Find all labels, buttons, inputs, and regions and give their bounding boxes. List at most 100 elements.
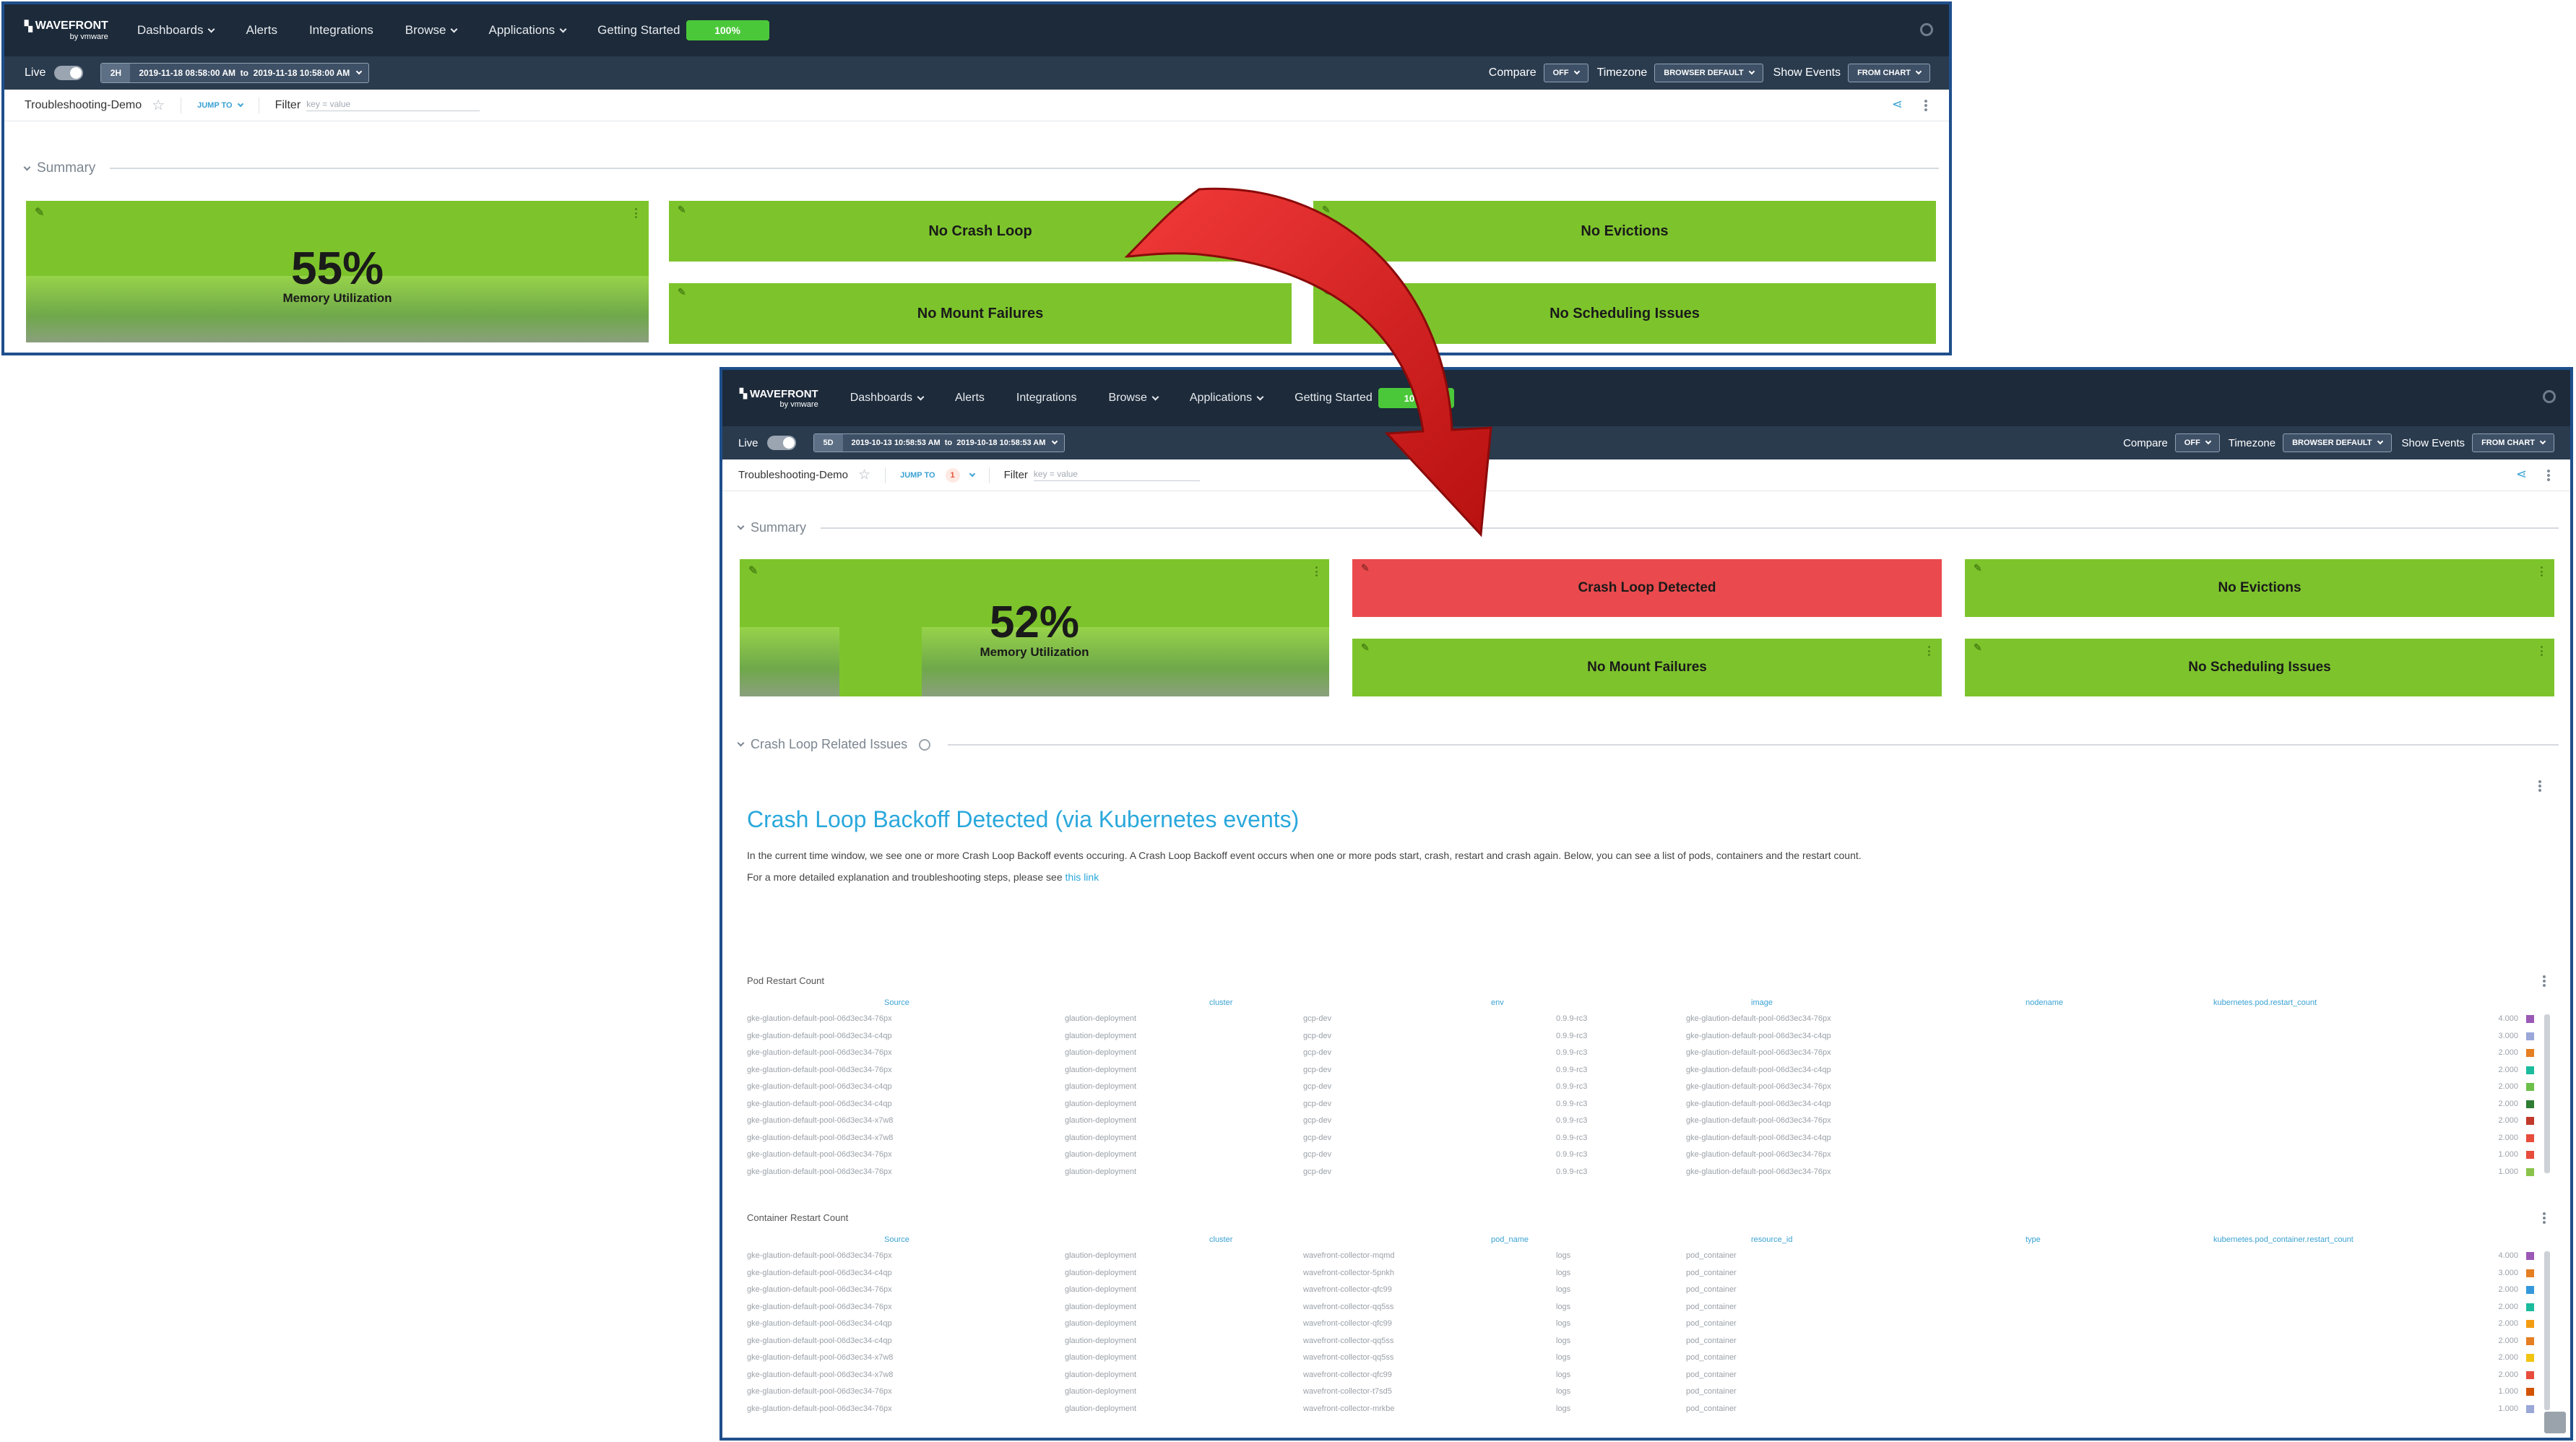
compare-select[interactable]: OFF — [1543, 64, 1589, 82]
mount-failures-tile[interactable]: ✎ No Mount Failures — [1352, 639, 1942, 696]
nav-browse[interactable]: Browse — [1109, 392, 1159, 405]
nav-getting-started[interactable]: Getting Started — [1295, 392, 1373, 405]
column-header[interactable]: cluster — [1209, 1235, 1232, 1244]
crash-loop-tile[interactable]: ✎ No Crash Loop — [669, 201, 1292, 262]
crash-loop-tile[interactable]: ✎ Crash Loop Detected — [1352, 559, 1942, 617]
live-toggle[interactable] — [766, 436, 796, 450]
nav-getting-started[interactable]: Getting Started — [597, 23, 680, 38]
filter-input[interactable]: key = value — [1033, 469, 1200, 481]
column-header[interactable]: env — [1491, 998, 1504, 1007]
tile-menu-icon[interactable] — [1928, 646, 1930, 656]
edit-icon[interactable]: ✎ — [748, 564, 758, 578]
summary-section-header[interactable]: Summary — [737, 520, 2559, 535]
nav-dashboards[interactable]: Dashboards — [137, 23, 215, 38]
chevron-down-icon — [1748, 68, 1755, 75]
getting-started-progress: 100% — [1378, 388, 1454, 408]
favorite-star-icon[interactable]: ☆ — [858, 467, 870, 483]
scrollbar[interactable] — [2544, 1014, 2550, 1173]
column-header[interactable]: resource_id — [1751, 1235, 1792, 1244]
memory-utilization-tile[interactable]: ✎ 55% Memory Utilization — [26, 201, 649, 342]
column-header[interactable]: pod_name — [1491, 1235, 1529, 1244]
edit-icon[interactable]: ✎ — [678, 204, 686, 216]
table-cell: gcp-dev — [1303, 1116, 1332, 1125]
more-options-icon[interactable] — [1924, 100, 1927, 111]
time-toolbar: Live 2H 2019-11-18 08:58:00 AM to 2019-1… — [4, 56, 1949, 90]
check-circle-icon — [919, 738, 931, 751]
range-duration[interactable]: 5D — [813, 434, 843, 452]
column-header[interactable]: cluster — [1209, 998, 1232, 1007]
scrollbar[interactable] — [2544, 1251, 2550, 1410]
more-options-icon[interactable] — [2538, 780, 2541, 792]
edit-icon[interactable]: ✎ — [678, 286, 686, 298]
timezone-select[interactable]: BROWSER DEFAULT — [1654, 64, 1763, 82]
show-events-select[interactable]: FROM CHART — [1848, 64, 1930, 82]
compare-select[interactable]: OFF — [2174, 433, 2220, 452]
getting-started-progress: 100% — [686, 20, 769, 40]
settings-gear-icon[interactable] — [1920, 23, 1933, 36]
wavefront-logo[interactable]: ▚ WAVEFRONT by vmware — [740, 388, 818, 409]
table-cell: wavefront-collector-5pnkh — [1303, 1268, 1394, 1277]
evictions-tile[interactable]: ✎ No Evictions — [1965, 559, 2554, 617]
nav-integrations[interactable]: Integrations — [1016, 392, 1077, 405]
column-header[interactable]: kubernetes.pod.restart_count — [2213, 998, 2317, 1007]
favorite-star-icon[interactable]: ☆ — [152, 96, 165, 114]
table-cell: gke-glaution-default-pool-06d3ec34-x7w8 — [747, 1133, 894, 1142]
scheduling-issues-tile[interactable]: ✎ No Scheduling Issues — [1965, 639, 2554, 696]
column-header[interactable]: kubernetes.pod_container.restart_count — [2213, 1235, 2354, 1244]
live-toggle[interactable] — [54, 66, 84, 80]
column-header[interactable]: Source — [884, 1235, 909, 1244]
nav-integrations[interactable]: Integrations — [309, 23, 373, 38]
nav-dashboards[interactable]: Dashboards — [850, 392, 925, 405]
edit-icon[interactable]: ✎ — [1974, 642, 1982, 654]
share-icon[interactable]: ⋖ — [2516, 467, 2527, 482]
settings-gear-icon[interactable] — [2543, 390, 2556, 403]
tile-menu-icon[interactable] — [635, 208, 637, 218]
nav-alerts[interactable]: Alerts — [955, 392, 985, 405]
restart-count-value: 2.000 — [2498, 1370, 2518, 1379]
more-options-icon[interactable] — [2547, 470, 2550, 481]
jump-to-menu[interactable]: JUMP TO 1 — [900, 467, 975, 483]
edit-icon[interactable]: ✎ — [35, 205, 44, 220]
edit-icon[interactable]: ✎ — [1361, 642, 1370, 654]
table-cell: glaution-deployment — [1065, 1031, 1137, 1040]
more-options-icon[interactable] — [2543, 975, 2546, 987]
edit-icon[interactable]: ✎ — [1361, 562, 1370, 574]
tile-menu-icon[interactable] — [2541, 646, 2543, 656]
filter-input[interactable]: key = value — [306, 99, 480, 111]
compare-label: Compare — [1488, 66, 1536, 79]
table-cell: gke-glaution-default-pool-06d3ec34-c4qp — [1686, 1099, 1831, 1108]
column-header[interactable]: type — [2026, 1235, 2041, 1244]
column-header[interactable]: nodename — [2026, 998, 2063, 1007]
share-icon[interactable]: ⋖ — [1892, 97, 1903, 112]
wavefront-logo[interactable]: ▚ WAVEFRONT by vmware — [25, 20, 108, 41]
nav-browse[interactable]: Browse — [405, 23, 458, 38]
summary-section-header[interactable]: Summary — [23, 160, 1939, 176]
scheduling-issues-tile[interactable]: ✎ No Scheduling Issues — [1313, 283, 1936, 344]
this-link[interactable]: this link — [1066, 871, 1099, 883]
evictions-tile[interactable]: ✎ No Evictions — [1313, 201, 1936, 262]
column-header[interactable]: image — [1751, 998, 1773, 1007]
mount-failures-tile[interactable]: ✎ No Mount Failures — [669, 283, 1292, 344]
tile-menu-icon[interactable] — [1315, 566, 1318, 577]
time-range-picker[interactable]: 2H 2019-11-18 08:58:00 AM to 2019-11-18 … — [100, 63, 370, 83]
table-cell: gke-glaution-default-pool-06d3ec34-76px — [1686, 1116, 1831, 1125]
range-duration[interactable]: 2H — [101, 64, 131, 82]
memory-label: Memory Utilization — [980, 645, 1089, 659]
time-range-picker[interactable]: 5D 2019-10-13 10:58:53 AM to 2019-10-18 … — [813, 433, 1066, 452]
tile-menu-icon[interactable] — [2541, 566, 2543, 577]
resize-handle-icon[interactable] — [2544, 1412, 2566, 1433]
table-cell: glaution-deployment — [1065, 1167, 1137, 1176]
nav-alerts[interactable]: Alerts — [246, 23, 277, 38]
crash-loop-section-header[interactable]: Crash Loop Related Issues — [737, 737, 2559, 752]
timezone-select[interactable]: BROWSER DEFAULT — [2283, 433, 2392, 452]
nav-applications[interactable]: Applications — [1190, 392, 1264, 405]
edit-icon[interactable]: ✎ — [1322, 204, 1331, 216]
memory-utilization-tile[interactable]: ✎ 52% Memory Utilization — [740, 559, 1329, 696]
edit-icon[interactable]: ✎ — [1322, 286, 1331, 298]
jump-to-menu[interactable]: JUMP TO — [197, 100, 243, 110]
show-events-select[interactable]: FROM CHART — [2472, 433, 2554, 452]
column-header[interactable]: Source — [884, 998, 909, 1007]
more-options-icon[interactable] — [2543, 1212, 2546, 1224]
edit-icon[interactable]: ✎ — [1974, 562, 1982, 574]
nav-applications[interactable]: Applications — [488, 23, 567, 38]
